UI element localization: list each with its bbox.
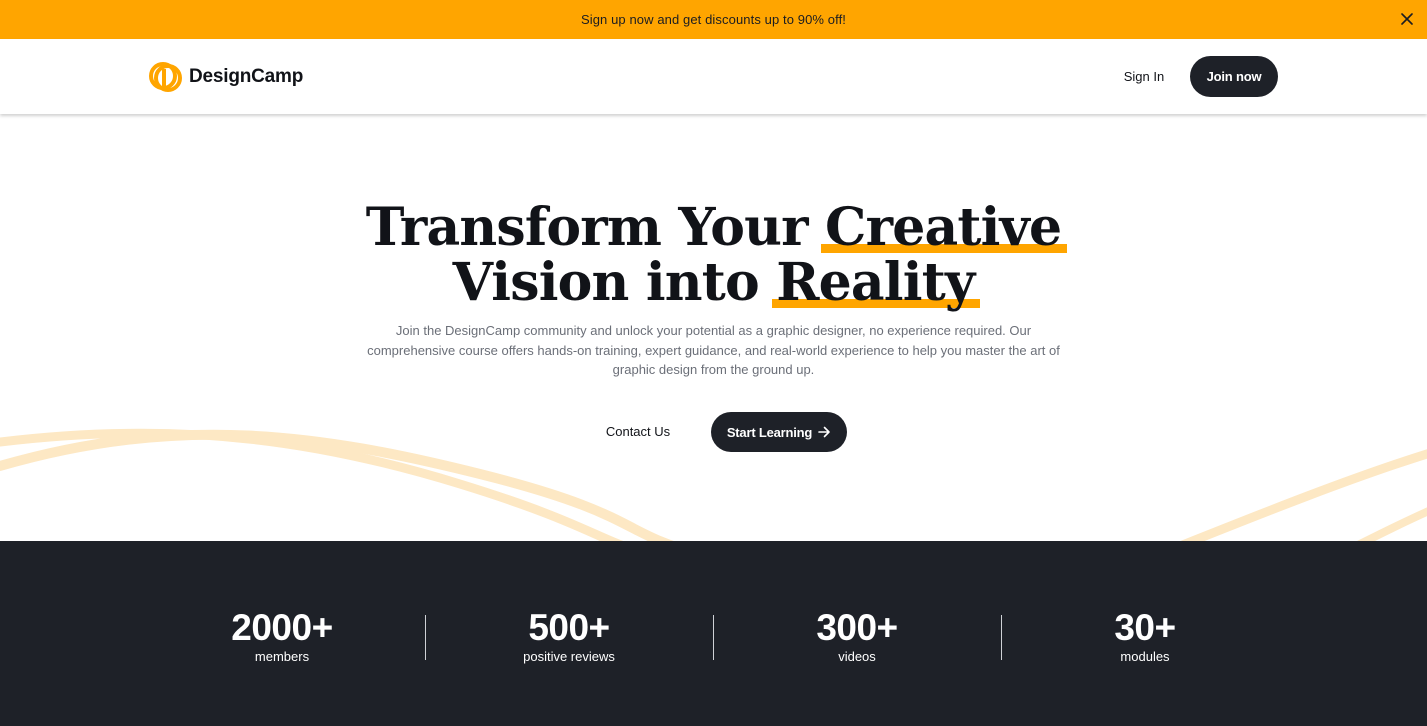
stat-members: 2000+ members <box>157 607 407 665</box>
stat-value: 300+ <box>816 607 898 648</box>
stat-label: positive reviews <box>523 649 615 664</box>
hero-section: Transform Your Creative Vision into Real… <box>0 114 1427 542</box>
sign-in-link[interactable]: Sign In <box>1110 67 1178 87</box>
stat-label: modules <box>1120 649 1170 664</box>
stat-divider <box>713 615 714 660</box>
headline-line2-text: Vision into <box>452 252 777 313</box>
headline-highlight-reality: Reality <box>772 252 981 313</box>
stat-reviews: 500+ positive reviews <box>444 607 694 665</box>
stat-value: 2000+ <box>231 607 333 648</box>
arrow-right-icon <box>818 426 831 438</box>
hero-headline: Transform Your Creative Vision into Real… <box>0 200 1427 310</box>
stat-value: 30+ <box>1114 607 1176 648</box>
stat-divider <box>425 615 426 660</box>
stat-value: 500+ <box>528 607 610 648</box>
navbar: DesignCamp Sign In Join now <box>0 39 1427 114</box>
close-icon[interactable] <box>1397 9 1417 29</box>
stat-divider <box>1001 615 1002 660</box>
headline-highlight-creative: Creative <box>821 197 1068 258</box>
stat-modules: 30+ modules <box>1020 607 1270 665</box>
stats-section: 2000+ members 500+ positive reviews 300+… <box>0 541 1427 726</box>
start-learning-label: Start Learning <box>726 424 813 440</box>
hero-description: Join the DesignCamp community and unlock… <box>367 323 1060 377</box>
stat-videos: 300+ videos <box>732 607 982 665</box>
stat-label: videos <box>838 649 876 664</box>
stat-label: members <box>254 649 310 664</box>
start-learning-button[interactable]: Start Learning <box>711 412 847 452</box>
designcamp-logo-icon <box>149 61 183 93</box>
contact-us-link[interactable]: Contact Us <box>594 421 682 443</box>
brand-link[interactable]: DesignCamp <box>149 61 303 93</box>
headline-line1-text: Transform Your <box>365 197 826 258</box>
join-now-button[interactable]: Join now <box>1190 56 1278 97</box>
brand-name: DesignCamp <box>189 66 304 87</box>
promo-text: Sign up now and get discounts up to 90% … <box>580 12 847 27</box>
promo-banner: Sign up now and get discounts up to 90% … <box>0 0 1427 39</box>
